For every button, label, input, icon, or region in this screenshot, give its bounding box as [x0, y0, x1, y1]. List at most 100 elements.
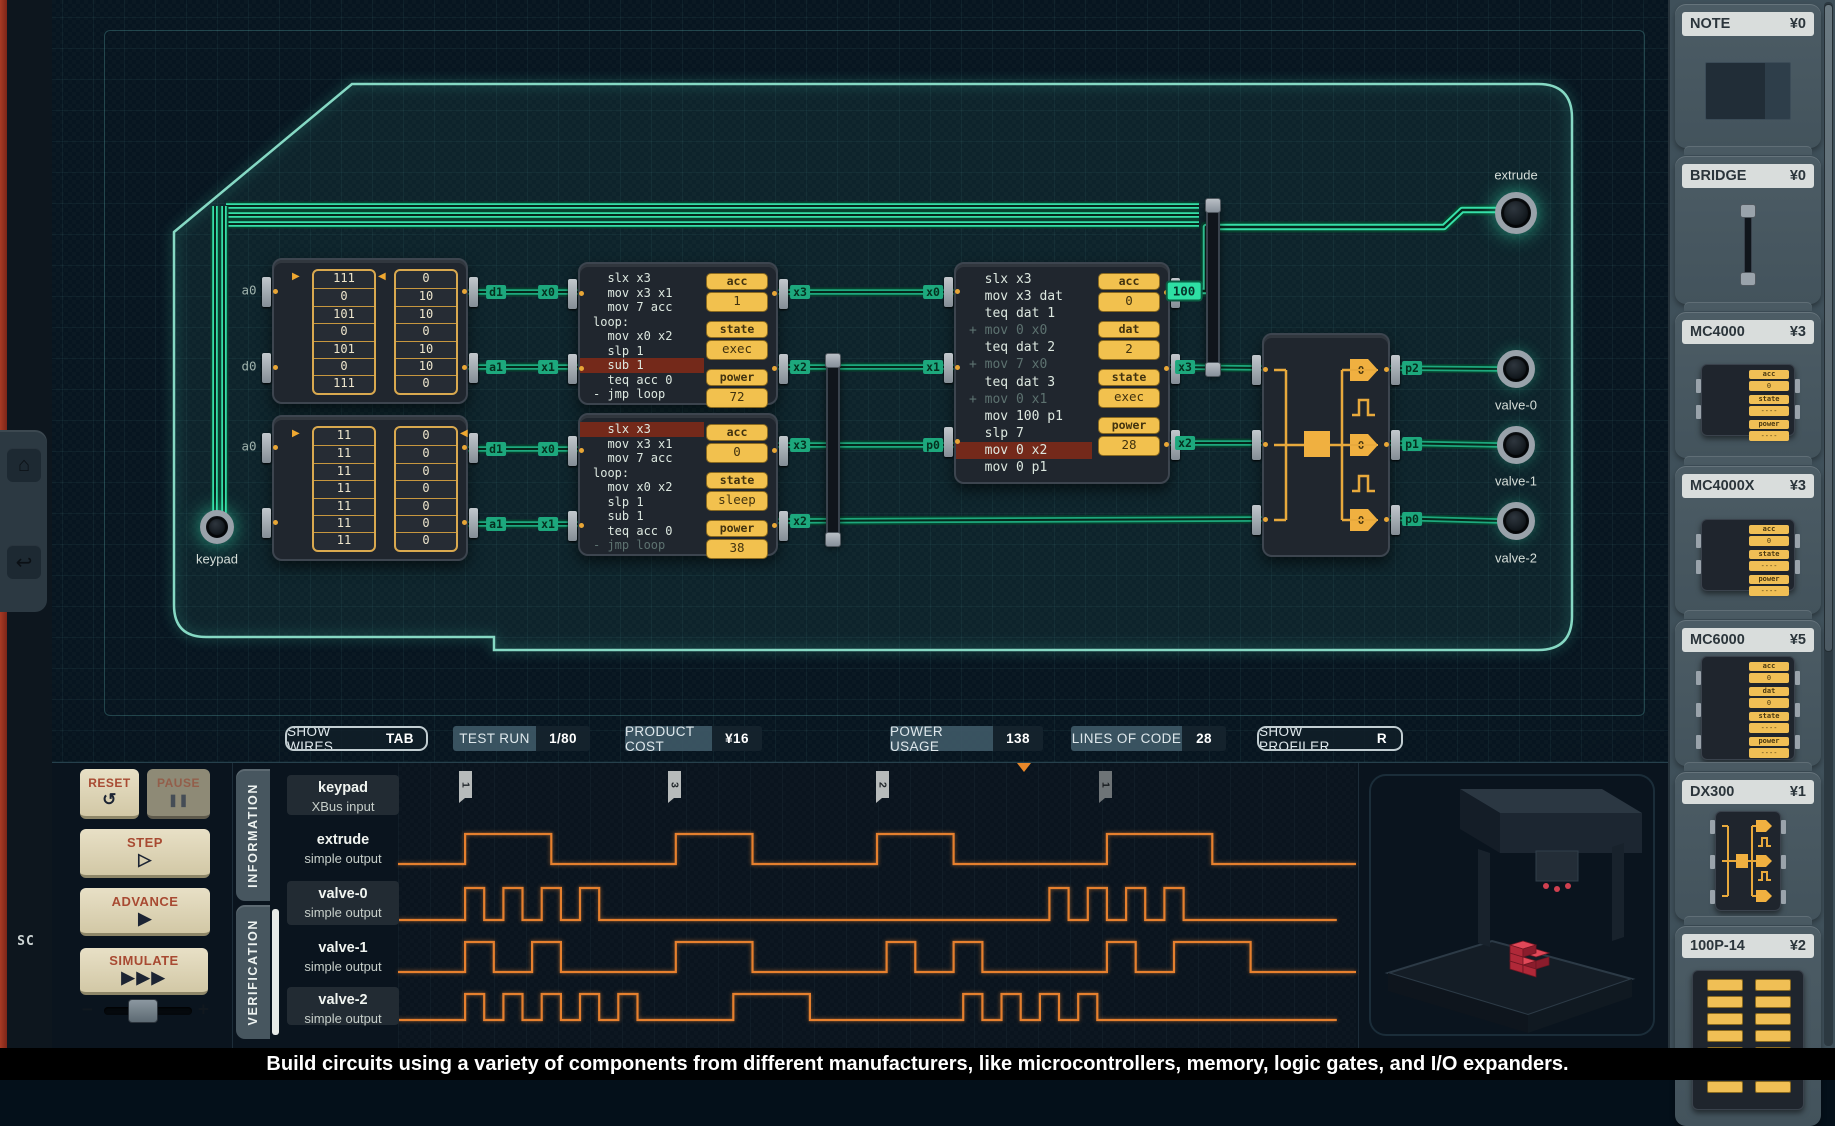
rom-cell[interactable]: 0 [396, 515, 456, 532]
rom-cell[interactable]: 0 [396, 428, 456, 445]
rom-cell[interactable]: 0 [396, 480, 456, 497]
code-line[interactable]: mov 0 x2 [956, 442, 1092, 459]
rom-chip[interactable]: ▶◀11101010101011101010010100 [272, 258, 468, 404]
rom-column[interactable]: 111010101010111 [312, 269, 376, 395]
advance-button[interactable]: ADVANCE ▶ [80, 888, 210, 936]
code-line[interactable]: teq dat 3 [967, 374, 1088, 391]
bridge-component[interactable] [826, 355, 840, 545]
code-line[interactable]: loop: [591, 466, 700, 481]
simulate-label: SIMULATE [109, 953, 178, 968]
code-line[interactable]: slp 1 [591, 495, 700, 510]
code-block[interactable]: slx x3 mov x3 x1 mov 7 accloop: mov x0 x… [591, 422, 700, 553]
rom-cell[interactable]: 0 [396, 498, 456, 515]
status-show-profiler[interactable]: SHOW PROFILERR [1257, 726, 1403, 751]
circuit-canvas[interactable]: ▶◀11101010101011101010010100▶◀1111111111… [0, 0, 1835, 762]
code-line[interactable]: mov x3 x1 [591, 437, 700, 452]
code-block[interactable]: slx x3 mov x3 dat teq dat 1+ mov 0 x0 te… [967, 271, 1088, 476]
rom-column[interactable]: 01010010100 [394, 269, 458, 395]
code-line[interactable]: mov 0 p1 [967, 459, 1088, 476]
badge-power: power72 [706, 369, 768, 408]
rom-cell[interactable]: 11 [314, 498, 374, 515]
rom-cell[interactable]: 0 [396, 323, 456, 340]
rom-cell[interactable]: 0 [314, 323, 374, 340]
rom-cell[interactable]: 11 [314, 480, 374, 497]
rom-cell[interactable]: 11 [314, 515, 374, 532]
code-line[interactable]: slp 1 [591, 344, 700, 359]
badge-value: 28 [1098, 436, 1160, 456]
rom-cell[interactable]: 0 [396, 375, 456, 392]
rom-column[interactable]: 0000000 [394, 426, 458, 552]
rom-cell[interactable]: 11 [314, 463, 374, 480]
rom-cell[interactable]: 101 [314, 341, 374, 358]
rom-cell[interactable]: 0 [314, 288, 374, 305]
code-line[interactable]: mov 7 acc [591, 451, 700, 466]
code-line[interactable]: mov 100 p1 [967, 408, 1088, 425]
microcontroller-chip[interactable]: slx x3 mov x3 x1 mov 7 accloop: mov x0 x… [578, 413, 778, 556]
status-show-wires[interactable]: SHOW WIRESTAB [285, 726, 428, 751]
code-line[interactable]: loop: [591, 315, 700, 330]
time-cursor[interactable] [1017, 763, 1031, 779]
undo-button[interactable]: ↩ [7, 545, 41, 579]
code-line[interactable]: mov x3 dat [967, 288, 1088, 305]
code-line[interactable]: mov x0 x2 [591, 329, 700, 344]
rom-cell[interactable]: 0 [314, 358, 374, 375]
rom-cell[interactable]: 111 [314, 375, 374, 392]
home-button[interactable]: ⌂ [7, 448, 41, 482]
code-line[interactable]: slx x3 [580, 422, 704, 437]
rom-cell[interactable]: 11 [314, 532, 374, 549]
rom-cell[interactable]: 101 [314, 306, 374, 323]
tab-verification[interactable]: VERIFICATION [236, 905, 270, 1039]
part-card-100p-14[interactable]: 100P-14¥2 [1675, 926, 1821, 1126]
rom-cell[interactable]: 0 [396, 532, 456, 549]
code-line[interactable]: - jmp loop [591, 387, 700, 402]
code-line[interactable]: mov x0 x2 [591, 480, 700, 495]
bridge-component[interactable] [1206, 200, 1220, 375]
reset-icon: ↺ [102, 791, 117, 809]
code-line[interactable]: sub 1 [580, 358, 704, 373]
code-line[interactable]: - jmp loop [591, 538, 700, 553]
tab-scrollbar[interactable] [272, 909, 279, 1035]
rom-cell[interactable]: 0 [396, 445, 456, 462]
rom-cell[interactable]: 10 [396, 358, 456, 375]
code-line[interactable]: mov x3 x1 [591, 286, 700, 301]
code-line[interactable]: teq dat 1 [967, 305, 1088, 322]
code-line[interactable]: teq dat 2 [967, 339, 1088, 356]
rom-cell[interactable]: 111 [314, 271, 374, 288]
rom-column[interactable]: 11111111111111 [312, 426, 376, 552]
dx300-expander-chip[interactable]: 000 [1262, 333, 1390, 557]
rom-cell[interactable]: 10 [396, 306, 456, 323]
code-line[interactable]: slp 7 [967, 425, 1088, 442]
speed-slider-thumb[interactable] [128, 999, 158, 1023]
rom-cell[interactable]: 11 [314, 445, 374, 462]
code-line[interactable]: slx x3 [967, 271, 1088, 288]
rom-cell[interactable]: 0 [396, 271, 456, 288]
code-line[interactable]: teq acc 0 [591, 373, 700, 388]
speed-minus[interactable]: − [82, 999, 93, 1020]
code-line[interactable]: + mov 7 x0 [967, 356, 1088, 373]
code-line[interactable]: teq acc 0 [591, 524, 700, 539]
simulate-button[interactable]: SIMULATE ▶▶▶ [80, 948, 208, 995]
rom-cell[interactable]: 10 [396, 341, 456, 358]
microcontroller-chip[interactable]: slx x3 mov x3 dat teq dat 1+ mov 0 x0 te… [954, 262, 1170, 484]
rom-cell[interactable]: 10 [396, 288, 456, 305]
step-icon: ▷ [138, 851, 152, 869]
printer-illustration [1360, 765, 1666, 1047]
xbus-marker-flag: 3 [668, 771, 681, 798]
code-line[interactable]: sub 1 [591, 509, 700, 524]
reset-button[interactable]: RESET ↺ [80, 769, 139, 819]
code-line[interactable]: + mov 0 x1 [967, 391, 1088, 408]
status-value: 1/80 [536, 726, 590, 751]
code-block[interactable]: slx x3 mov x3 x1 mov 7 accloop: mov x0 x… [591, 271, 700, 402]
part-card-dx300[interactable]: DX300¥1 [1675, 772, 1821, 920]
code-line[interactable]: mov 7 acc [591, 300, 700, 315]
rom-cell[interactable]: 11 [314, 428, 374, 445]
microcontroller-chip[interactable]: slx x3 mov x3 x1 mov 7 accloop: mov x0 x… [578, 262, 778, 405]
code-line[interactable]: slx x3 [591, 271, 700, 286]
code-line[interactable]: + mov 0 x0 [967, 322, 1088, 339]
step-button[interactable]: STEP ▷ [80, 829, 210, 878]
rom-cell[interactable]: 0 [396, 463, 456, 480]
speed-plus[interactable]: + [198, 999, 209, 1020]
rom-chip[interactable]: ▶◀111111111111110000000 [272, 415, 468, 561]
pause-button[interactable]: PAUSE ❚❚ [147, 769, 210, 819]
tab-information[interactable]: INFORMATION [236, 769, 270, 901]
